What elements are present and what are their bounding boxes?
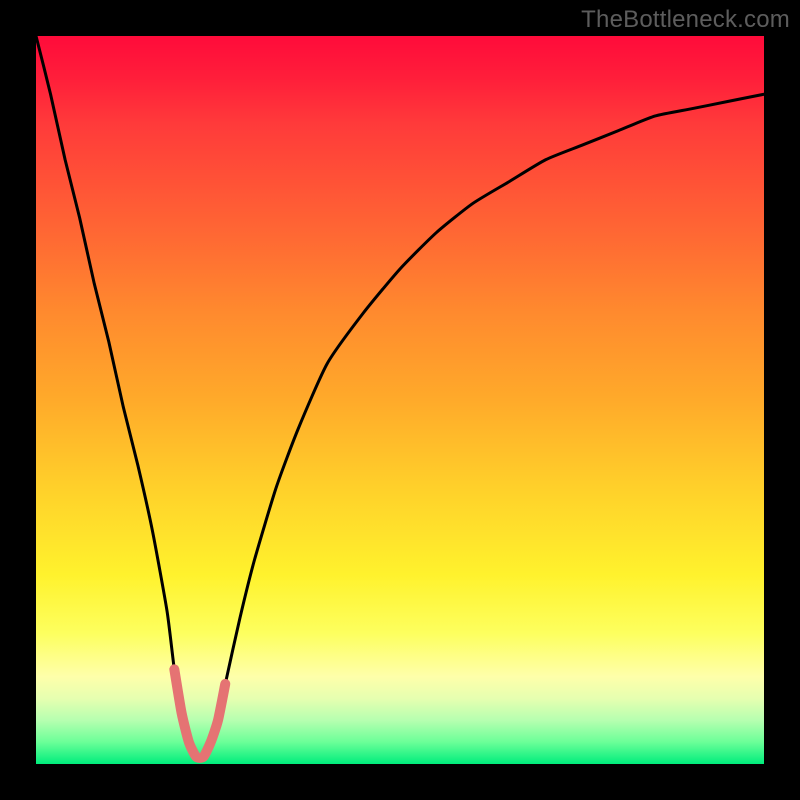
watermark-text: TheBottleneck.com (581, 6, 790, 34)
plot-area (36, 36, 764, 764)
chart-frame: TheBottleneck.com (0, 0, 800, 800)
curve-svg (36, 36, 764, 764)
bottleneck-curve (36, 36, 764, 758)
curve-highlight-min (174, 669, 225, 757)
